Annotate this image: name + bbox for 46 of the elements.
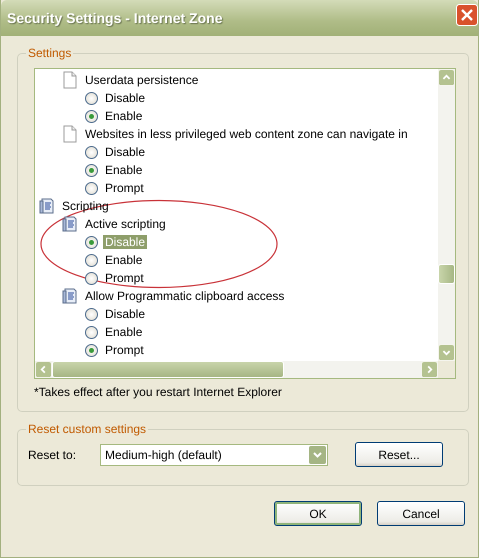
close-icon[interactable] <box>456 4 478 26</box>
radio-button[interactable] <box>85 164 98 176</box>
ok-button[interactable]: OK <box>274 501 362 526</box>
option-label[interactable]: Disable <box>103 145 148 159</box>
scrollbar-corner <box>438 361 455 378</box>
dropdown-value: Medium-high (default) <box>105 448 222 462</box>
option-label[interactable]: Prompt <box>103 271 146 285</box>
group-label: Settings <box>27 46 72 60</box>
reset-button[interactable]: Reset... <box>355 442 444 467</box>
scroll-thumb[interactable] <box>52 361 284 378</box>
option-label[interactable]: Disable <box>103 91 148 105</box>
category-label: Scripting <box>61 199 110 213</box>
option-label[interactable]: Enable <box>103 109 144 123</box>
script-icon <box>62 216 78 232</box>
radio-button[interactable] <box>85 236 98 248</box>
option-label[interactable]: Enable <box>103 163 144 177</box>
radio-button[interactable] <box>85 146 98 158</box>
radio-button[interactable] <box>85 272 98 284</box>
note-text: *Takes effect after you restart Internet Explorer <box>34 385 283 399</box>
setting-label: Allow Programmatic clipboard access <box>84 289 286 303</box>
script-icon <box>39 198 55 214</box>
cancel-button[interactable]: Cancel <box>377 501 465 526</box>
setting-label: Userdata persistence <box>84 73 200 87</box>
page-icon <box>62 71 78 89</box>
radio-button[interactable] <box>85 308 98 320</box>
scroll-thumb[interactable] <box>438 264 455 284</box>
page-icon <box>62 125 78 143</box>
field-label: Reset to: <box>28 448 76 462</box>
setting-label: Websites in less privileged web content zone can navigate in <box>84 127 409 141</box>
radio-button[interactable] <box>85 344 98 356</box>
option-label[interactable]: Disable <box>103 307 148 321</box>
radio-button[interactable] <box>85 326 98 338</box>
option-label[interactable]: Prompt <box>103 181 146 195</box>
radio-button[interactable] <box>85 92 98 104</box>
option-label[interactable]: Enable <box>103 325 144 339</box>
window-title: Security Settings - Internet Zone <box>7 10 222 26</box>
radio-button[interactable] <box>85 182 98 194</box>
group-label: Reset custom settings <box>27 422 148 436</box>
radio-button[interactable] <box>85 254 98 266</box>
setting-label: Active scripting <box>84 217 167 231</box>
option-label[interactable]: Prompt <box>103 343 146 357</box>
radio-button[interactable] <box>85 110 98 122</box>
settings-list[interactable] <box>34 68 456 379</box>
level-dropdown[interactable]: Medium-high (default) <box>100 444 328 466</box>
script-icon <box>62 288 78 304</box>
option-label[interactable]: Enable <box>103 253 144 267</box>
